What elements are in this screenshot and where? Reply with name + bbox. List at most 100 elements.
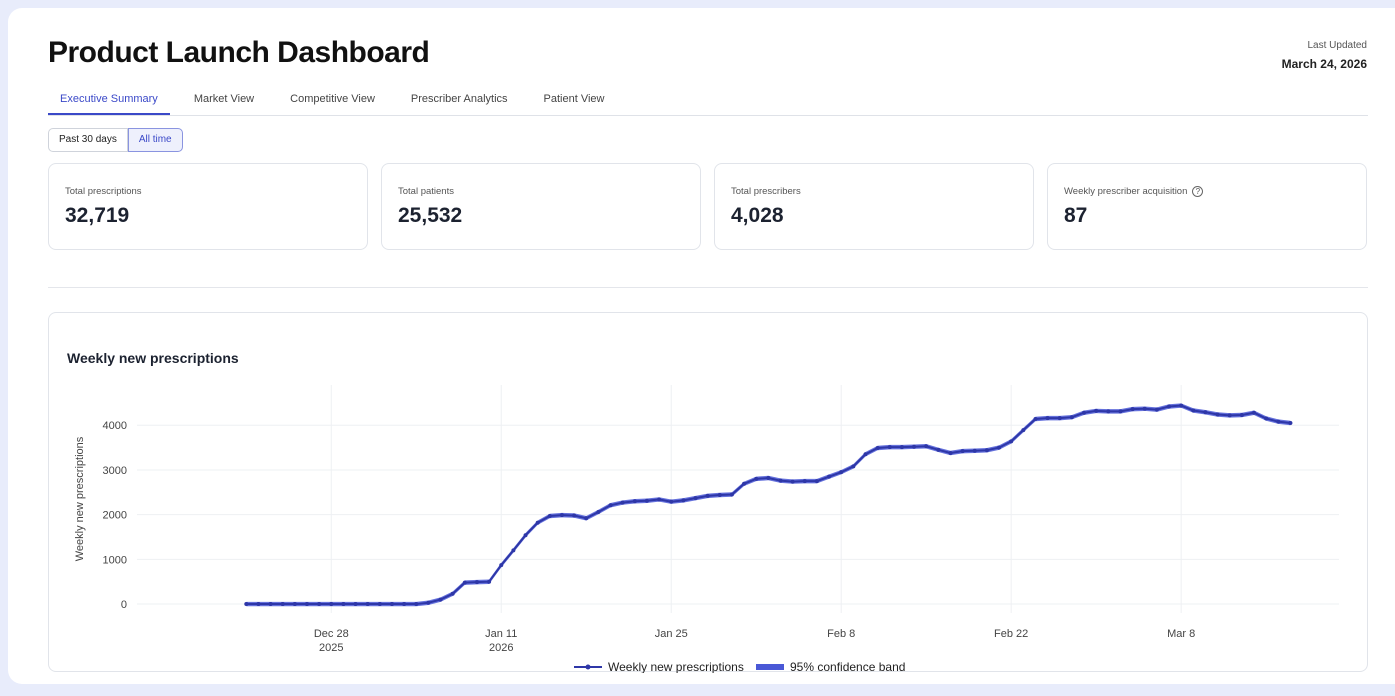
data-point <box>1094 408 1099 413</box>
last-updated-value: March 24, 2026 <box>1281 57 1367 71</box>
x-tick-label: Mar 8 <box>1167 628 1195 640</box>
data-point <box>948 450 953 455</box>
legend-label: 95% confidence band <box>790 660 905 673</box>
tab-market-view[interactable]: Market View <box>182 92 266 115</box>
data-point <box>802 479 807 484</box>
kpi-total-prescriptions: Total prescriptions 32,719 <box>48 163 368 250</box>
x-tick-label: Feb 22 <box>994 628 1028 640</box>
data-point <box>1021 428 1026 433</box>
data-point <box>681 498 686 503</box>
data-point <box>693 496 698 501</box>
kpi-value: 4,028 <box>731 204 784 227</box>
data-point <box>1033 416 1038 421</box>
data-point <box>1154 407 1159 412</box>
tab-competitive-view[interactable]: Competitive View <box>278 92 387 115</box>
data-point <box>559 513 564 518</box>
data-point <box>523 533 528 538</box>
kpi-label: Total prescribers <box>731 186 801 197</box>
data-point <box>1045 416 1050 421</box>
data-point <box>1082 410 1087 415</box>
x-tick-label: Dec 28 <box>314 628 349 640</box>
data-point <box>280 602 285 607</box>
data-point <box>499 563 504 568</box>
last-updated: Last Updated March 24, 2026 <box>1282 40 1367 71</box>
data-point <box>1264 416 1269 421</box>
data-point <box>292 602 297 607</box>
tab-patient-view[interactable]: Patient View <box>532 92 617 115</box>
last-updated-label: Last Updated <box>1307 40 1368 51</box>
data-point <box>717 492 722 497</box>
kpi-value: 87 <box>1064 204 1088 227</box>
help-circle-icon[interactable]: ? <box>1192 186 1204 197</box>
data-point <box>997 445 1002 450</box>
data-point <box>972 448 977 453</box>
x-tick-year-label: 2026 <box>489 642 513 654</box>
data-point <box>596 509 601 514</box>
data-point <box>389 602 394 607</box>
data-point <box>790 479 795 484</box>
legend-marker <box>585 664 591 670</box>
all-time-button[interactable]: All time <box>127 128 183 152</box>
data-point <box>244 602 249 607</box>
data-point <box>317 602 322 607</box>
y-tick-label: 0 <box>121 599 127 611</box>
data-point <box>827 474 832 479</box>
data-point <box>912 444 917 449</box>
past-30-days-button[interactable]: Past 30 days <box>48 128 128 152</box>
x-tick-label: Jan 25 <box>655 628 688 640</box>
data-point <box>353 602 358 607</box>
data-point <box>632 499 637 504</box>
kpi-total-prescribers: Total prescribers 4,028 <box>714 163 1034 250</box>
kpi-weekly-prescriber-acquisition: Weekly prescriber acquisition ? 87 <box>1047 163 1367 250</box>
data-point <box>899 445 904 450</box>
y-tick-label: 3000 <box>103 465 127 477</box>
data-point <box>924 444 929 449</box>
data-point <box>851 464 856 469</box>
y-tick-label: 2000 <box>103 510 127 522</box>
data-point <box>547 513 552 518</box>
data-point <box>778 478 783 483</box>
data-point <box>438 597 443 602</box>
data-point <box>1276 419 1281 424</box>
data-point <box>1252 410 1257 415</box>
data-point <box>1069 415 1074 420</box>
data-point <box>936 447 941 452</box>
tab-executive-summary[interactable]: Executive Summary <box>48 92 170 115</box>
data-point <box>304 602 309 607</box>
data-point <box>572 513 577 518</box>
confidence-band <box>246 403 1291 607</box>
x-tick-label: Feb 8 <box>827 628 855 640</box>
data-point <box>1239 412 1244 417</box>
data-point <box>875 446 880 451</box>
chart-card: Weekly new prescriptions 0 1000 2000 3000 40… <box>48 312 1368 673</box>
legend-band-swatch <box>756 664 784 670</box>
data-point <box>644 498 649 503</box>
data-point <box>341 602 346 607</box>
data-point <box>1215 412 1220 417</box>
data-point <box>766 475 771 480</box>
data-point <box>511 548 516 553</box>
data-point <box>754 476 759 481</box>
kpi-label-row: Weekly prescriber acquisition ? <box>1064 186 1204 197</box>
data-point <box>1106 409 1111 414</box>
data-point <box>414 602 419 607</box>
data-point <box>1167 404 1172 409</box>
series-line <box>246 404 1291 606</box>
data-point <box>863 452 868 457</box>
dashboard-panel: Product Launch Dashboard Last Updated Ma… <box>8 8 1395 684</box>
data-point <box>669 499 674 504</box>
kpi-label: Total prescriptions <box>65 186 142 197</box>
tab-bar: Executive Summary Market View Competitiv… <box>48 92 1368 116</box>
data-point <box>1203 410 1208 415</box>
data-point <box>814 479 819 484</box>
page-title: Product Launch Dashboard <box>48 36 430 69</box>
data-point <box>1118 409 1123 414</box>
tab-prescriber-analytics[interactable]: Prescriber Analytics <box>399 92 520 115</box>
y-axis-label: Weekly new prescriptions <box>74 436 86 561</box>
data-point <box>742 481 747 486</box>
data-point <box>729 492 734 497</box>
kpi-total-patients: Total patients 25,532 <box>381 163 701 250</box>
section-divider <box>48 287 1368 288</box>
data-point <box>887 445 892 450</box>
data-point <box>1142 406 1147 411</box>
